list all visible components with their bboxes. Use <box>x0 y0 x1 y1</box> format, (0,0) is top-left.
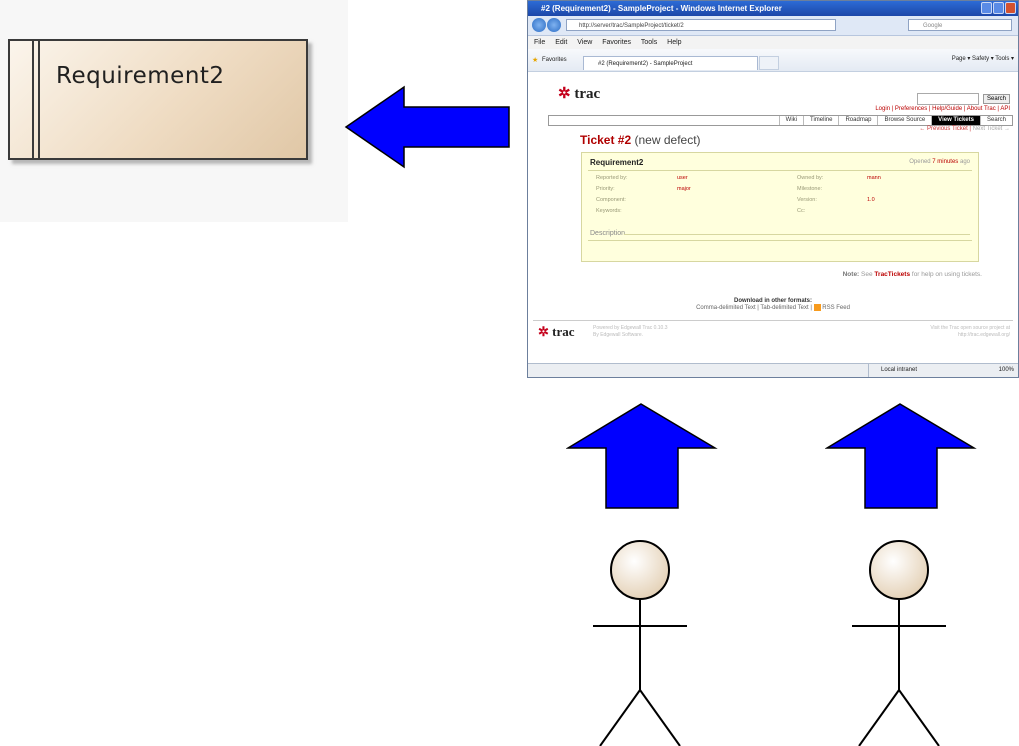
close-icon[interactable] <box>1005 2 1016 14</box>
note-suffix: for help on using tickets. <box>911 271 982 278</box>
minimize-icon[interactable] <box>981 2 992 14</box>
metanav[interactable]: Login | Preferences | Help/Guide | About… <box>875 106 1010 112</box>
rss-icon <box>813 304 821 311</box>
address-bar: http://server/trac/SampleProject/ticket/… <box>528 16 1018 36</box>
command-bar[interactable]: Page ▾ Safety ▾ Tools ▾ <box>952 55 1014 62</box>
window-title-text: #2 (Requirement2) - SampleProject - Wind… <box>541 4 782 13</box>
opened-ago-link[interactable]: 7 minutes <box>932 159 958 165</box>
milestone-label: Milestone: <box>797 186 823 192</box>
ticket-status: (new defect) <box>634 133 701 147</box>
favorites-star-icon: ★ <box>532 57 539 64</box>
nav-view-tickets[interactable]: View Tickets <box>931 116 980 125</box>
visit-trac: Visit the Trac open source project at htt… <box>930 325 1010 339</box>
powered-by: Powered by Edgewall Trac 0.10.3 By Edgewa… <box>593 325 668 339</box>
trac-tickets-link[interactable]: TracTickets <box>874 271 910 278</box>
menu-bar: File Edit View Favorites Tools Help <box>528 36 1018 49</box>
forward-icon[interactable] <box>547 18 561 32</box>
help-note: Note: See TracTickets for help on using … <box>843 271 982 278</box>
trac-logo-text: trac <box>574 86 601 102</box>
powered-by-line1: Powered by Edgewall Trac 0.10.3 <box>593 325 668 331</box>
nav-search[interactable]: Search <box>979 116 1012 125</box>
reported-by-value[interactable]: user <box>677 175 688 181</box>
menu-view[interactable]: View <box>577 39 592 46</box>
menu-favorites[interactable]: Favorites <box>602 39 631 46</box>
priority-value[interactable]: major <box>677 186 691 192</box>
cc-label: Cc: <box>797 208 806 214</box>
nav-browse-source[interactable]: Browse Source <box>877 116 931 125</box>
left-arrow-icon <box>344 85 510 169</box>
browser-window: #2 (Requirement2) - SampleProject - Wind… <box>527 0 1019 378</box>
alternate-formats: Download in other formats: Comma-delimit… <box>528 298 1018 311</box>
browser-tab[interactable]: #2 (Requirement2) - SampleProject <box>583 56 758 70</box>
window-title: #2 (Requirement2) - SampleProject - Wind… <box>528 1 1018 16</box>
requirement-name: Requirement2 <box>56 63 225 89</box>
download-header: Download in other formats: <box>734 298 812 304</box>
keywords-label: Keywords: <box>596 208 622 214</box>
footer-trac-logo[interactable]: ✲ trac <box>538 324 575 340</box>
version-label: Version: <box>797 197 817 203</box>
priority-label: Priority: <box>596 186 615 192</box>
zoom-level[interactable]: 100% <box>999 364 1014 377</box>
menu-tools[interactable]: Tools <box>641 39 657 46</box>
url-field[interactable]: http://server/trac/SampleProject/ticket/… <box>566 19 836 31</box>
visit-line1: Visit the Trac open source project at <box>930 325 1010 331</box>
requirement-bar-left <box>32 41 34 158</box>
reported-by-label: Reported by: <box>596 175 628 181</box>
up-arrow-left-icon <box>566 403 718 509</box>
trac-gear-icon: ✲ <box>558 86 571 102</box>
menu-edit[interactable]: Edit <box>555 39 567 46</box>
menu-help[interactable]: Help <box>667 39 681 46</box>
ctxnav: ← Previous Ticket | Next Ticket → <box>919 126 1010 132</box>
component-label: Component: <box>596 197 626 203</box>
trac-search-input[interactable] <box>916 92 979 105</box>
description-separator <box>588 240 972 241</box>
menu-file[interactable]: File <box>534 39 545 46</box>
trac-logo[interactable]: ✲ trac <box>558 84 600 103</box>
mainnav: Wiki Timeline Roadmap Browse Source View Tic… <box>548 115 1013 126</box>
ticket-opened: Opened 7 minutes ago <box>909 159 970 165</box>
download-links[interactable]: Comma-delimited Text | Tab-delimited Tex… <box>696 305 809 311</box>
description-label: Description <box>590 230 626 237</box>
ticket-heading: Ticket #2 (new defect) <box>580 133 701 147</box>
status-bar: Local intranet 100% <box>528 363 1018 377</box>
security-zone: Local intranet <box>868 364 951 377</box>
ticket-id: Ticket #2 <box>580 133 632 147</box>
favorites-button[interactable]: Favorites <box>542 57 567 63</box>
next-ticket-link[interactable]: Next Ticket → <box>973 126 1010 132</box>
visit-line2[interactable]: http://trac.edgewall.org/ <box>930 332 1010 339</box>
requirement-element[interactable] <box>8 39 308 160</box>
opened-prefix: Opened <box>909 159 931 165</box>
ticket-summary: Requirement2 <box>590 158 644 167</box>
back-icon[interactable] <box>532 18 546 32</box>
up-arrow-right-icon <box>825 403 977 509</box>
nav-roadmap[interactable]: Roadmap <box>838 116 877 125</box>
search-input[interactable]: Google <box>908 19 1012 31</box>
nav-timeline[interactable]: Timeline <box>803 116 838 125</box>
opened-suffix: ago <box>959 159 970 165</box>
owned-by-label: Owned by: <box>797 175 824 181</box>
field-separator <box>588 170 972 171</box>
requirement-bar-right <box>38 41 40 158</box>
owned-by-value[interactable]: mann <box>867 175 881 181</box>
previous-ticket-link[interactable]: ← Previous Ticket <box>919 126 967 132</box>
actor-right-icon[interactable] <box>844 538 954 746</box>
trac-search-button[interactable]: Search <box>982 93 1010 104</box>
favorites-bar: ★ Favorites #2 (Requirement2) - SamplePr… <box>528 49 1018 72</box>
new-tab-button[interactable] <box>759 56 779 70</box>
actor-left-icon[interactable] <box>585 538 695 746</box>
maximize-icon[interactable] <box>993 2 1004 14</box>
footer-trac-logo-text: trac <box>552 324 575 339</box>
note-see: See <box>861 271 873 278</box>
ticket-box: Requirement2 Opened 7 minutes ago Report… <box>581 152 979 262</box>
footer-trac-gear-icon: ✲ <box>538 324 549 339</box>
trac-page: ✲ trac Search Login | Preferences | Help… <box>528 72 1018 362</box>
rss-feed-link[interactable]: RSS Feed <box>822 305 850 311</box>
description-rule <box>624 234 970 235</box>
nav-wiki[interactable]: Wiki <box>778 116 803 125</box>
powered-by-line2: By Edgewall Software. <box>593 332 644 338</box>
footer-separator <box>533 320 1013 321</box>
version-value[interactable]: 1.0 <box>867 197 875 203</box>
note-prefix: Note: <box>842 271 860 278</box>
